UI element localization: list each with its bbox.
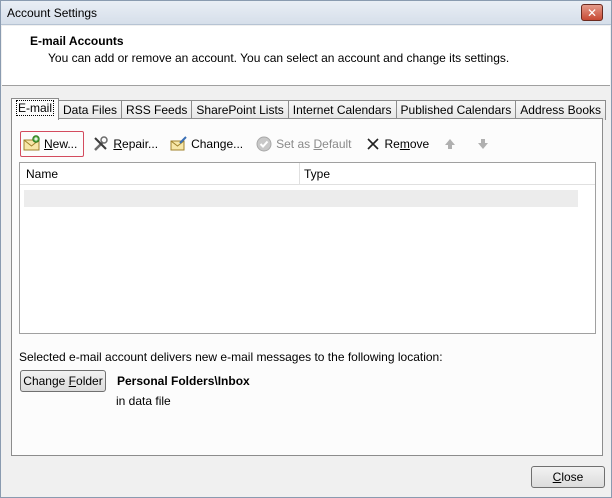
change-settings-icon (170, 135, 188, 153)
list-header: Name Type (20, 163, 595, 185)
account-settings-window: Account Settings ✕ E-mail Accounts You c… (0, 0, 612, 498)
new-button-label: New... (44, 137, 78, 151)
change-folder-button[interactable]: Change Folder (20, 370, 106, 392)
close-button-label: Close (552, 470, 584, 484)
window-close-button[interactable]: ✕ (581, 4, 603, 21)
tab-email[interactable]: E-mail (11, 98, 60, 120)
repair-button[interactable]: Repair... (88, 131, 162, 157)
column-separator (299, 163, 300, 185)
tab-data-files[interactable]: Data Files (58, 100, 123, 120)
tab-published-calendars[interactable]: Published Calendars (395, 100, 517, 120)
list-row[interactable] (24, 190, 578, 207)
tab-sharepoint-lists[interactable]: SharePoint Lists (191, 100, 289, 120)
up-arrow-icon (441, 135, 459, 153)
accounts-list[interactable]: Name Type (19, 162, 596, 334)
close-icon: ✕ (586, 5, 598, 20)
delivery-folder-path: Personal Folders\Inbox (117, 374, 250, 388)
title-bar: Account Settings ✕ (1, 1, 611, 25)
change-folder-label: Change Folder (23, 374, 103, 388)
tab-internet-calendars[interactable]: Internet Calendars (287, 100, 397, 120)
checkmark-icon (255, 135, 273, 153)
down-arrow-icon (474, 135, 492, 153)
header-description: You can add or remove an account. You ca… (48, 51, 510, 65)
tab-email-label: E-mail (16, 100, 55, 116)
remove-button-label: Remove (384, 137, 430, 151)
close-button[interactable]: Close (531, 466, 605, 488)
repair-tools-icon (92, 135, 110, 153)
delivery-description: Selected e-mail account delivers new e-m… (19, 350, 443, 364)
email-tab-panel: New... Repair... Change... Set as Defaul… (11, 118, 603, 456)
set-as-default-button[interactable]: Set as Default (251, 131, 355, 157)
remove-x-icon (364, 135, 382, 153)
account-toolbar: New... Repair... Change... Set as Defaul… (20, 131, 503, 157)
header-title: E-mail Accounts (30, 34, 124, 48)
new-account-icon (23, 135, 41, 153)
new-account-button[interactable]: New... (20, 131, 85, 157)
header-panel: E-mail Accounts You can add or remove an… (2, 26, 610, 86)
tab-rss-feeds[interactable]: RSS Feeds (121, 100, 193, 120)
remove-button[interactable]: Remove (360, 131, 434, 157)
column-header-type[interactable]: Type (304, 167, 330, 181)
set-as-default-label: Set as Default (276, 137, 352, 151)
move-down-button[interactable] (470, 131, 499, 157)
data-file-label: in data file (116, 394, 171, 408)
column-header-name[interactable]: Name (26, 167, 58, 181)
tab-address-books[interactable]: Address Books (515, 100, 606, 120)
change-button[interactable]: Change... (166, 131, 247, 157)
tab-strip: E-mail Data Files RSS Feeds SharePoint L… (11, 98, 606, 120)
move-up-button[interactable] (437, 131, 466, 157)
window-title: Account Settings (7, 6, 98, 20)
change-button-label: Change... (191, 137, 244, 151)
repair-button-label: Repair... (113, 137, 159, 151)
